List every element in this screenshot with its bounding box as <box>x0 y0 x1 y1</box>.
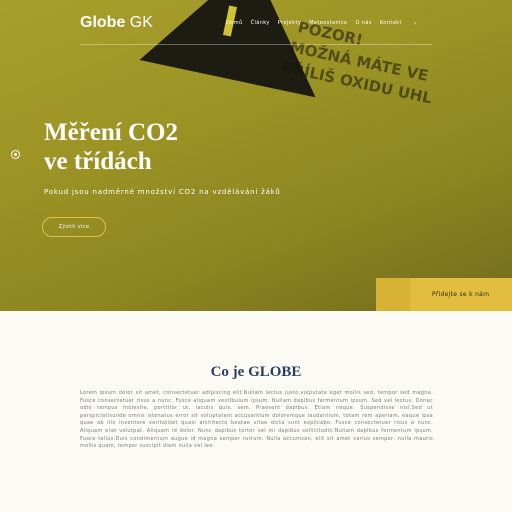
nav-item-articles[interactable]: Články <box>251 20 270 27</box>
hero-title-line: Měření CO2 <box>44 119 178 146</box>
nav-item-about[interactable]: O nás <box>356 20 372 27</box>
chevron-right-icon[interactable]: › <box>414 20 417 27</box>
hero-subtitle: Pokud jsou nadměrné množství CO2 na vzdě… <box>44 188 281 196</box>
logo-light-text: GK <box>129 14 153 31</box>
join-us-button[interactable]: Přidejte se k nám <box>432 291 489 298</box>
about-title: Co je GLOBE <box>210 364 302 380</box>
join-us-panel-strip <box>376 278 410 312</box>
nav-item-weather-station[interactable]: Meteostanice <box>309 20 347 27</box>
nav-item-projects[interactable]: Projekty <box>278 20 301 27</box>
main-menu: Domů Články Projekty Meteostanice O nás … <box>226 20 417 27</box>
slider-dot-icon[interactable] <box>11 150 20 159</box>
hero-title-line: ve třídách <box>44 148 152 175</box>
nav-item-home[interactable]: Domů <box>226 20 243 27</box>
nav-item-contact[interactable]: Kontakt <box>380 20 402 27</box>
hero-title: Měření CO2 ve třídách <box>44 118 178 176</box>
header-divider <box>80 44 432 45</box>
hero-section: POZOR! MOŽNÁ MÁTE VE PŘÍLIŠ OXIDU UHL Gl… <box>0 0 512 311</box>
logo-bold-text: Globe <box>80 14 126 31</box>
learn-more-button[interactable]: Zjistit více <box>42 217 106 237</box>
top-navigation-bar: Globe GK Domů Články Projekty Meteostani… <box>0 0 512 46</box>
site-logo[interactable]: Globe GK <box>80 14 153 32</box>
about-paragraph: Lorem ipsum dolor sit amet, consectetuer… <box>80 390 433 450</box>
